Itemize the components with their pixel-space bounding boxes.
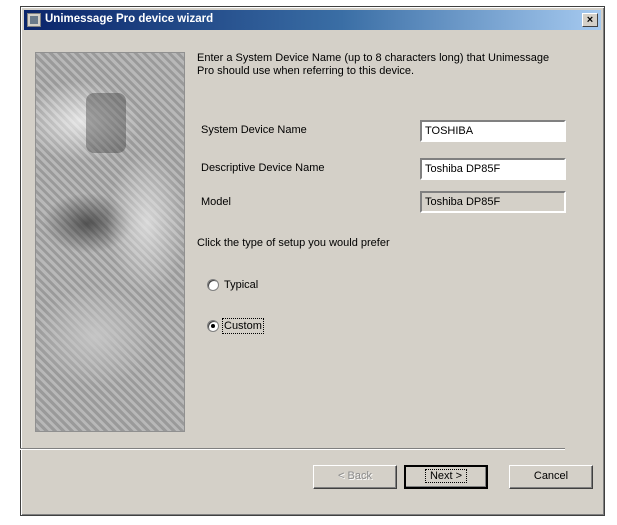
close-button[interactable]: × xyxy=(582,13,598,27)
typical-label[interactable]: Typical xyxy=(224,279,258,291)
cancel-button[interactable]: Cancel xyxy=(509,465,593,489)
window-title: Unimessage Pro device wizard xyxy=(45,13,214,25)
wizard-side-image xyxy=(35,52,185,432)
intro-text: Enter a System Device Name (up to 8 char… xyxy=(197,52,550,77)
custom-radio[interactable] xyxy=(207,320,219,332)
typical-radio[interactable] xyxy=(207,279,219,291)
descriptive-device-name-label: Descriptive Device Name xyxy=(201,162,325,174)
system-device-name-input[interactable] xyxy=(420,120,566,142)
model-field xyxy=(420,191,566,213)
back-button-label: < Back xyxy=(338,470,372,482)
phone-graphic xyxy=(86,93,126,153)
next-button-label: Next > xyxy=(424,469,468,483)
footer-separator xyxy=(20,448,565,450)
setup-prompt: Click the type of setup you would prefer xyxy=(197,237,390,249)
custom-label[interactable]: Custom xyxy=(222,318,264,334)
custom-option[interactable]: Custom xyxy=(207,318,264,334)
next-button[interactable]: Next > xyxy=(404,465,488,489)
descriptive-device-name-input[interactable] xyxy=(420,158,566,180)
title-bar[interactable]: Unimessage Pro device wizard × xyxy=(24,10,601,30)
app-icon xyxy=(27,13,41,27)
model-label: Model xyxy=(201,196,231,208)
back-button[interactable]: < Back xyxy=(313,465,397,489)
cancel-button-label: Cancel xyxy=(533,470,569,482)
system-device-name-label: System Device Name xyxy=(201,124,307,136)
typical-option[interactable]: Typical xyxy=(207,279,258,291)
